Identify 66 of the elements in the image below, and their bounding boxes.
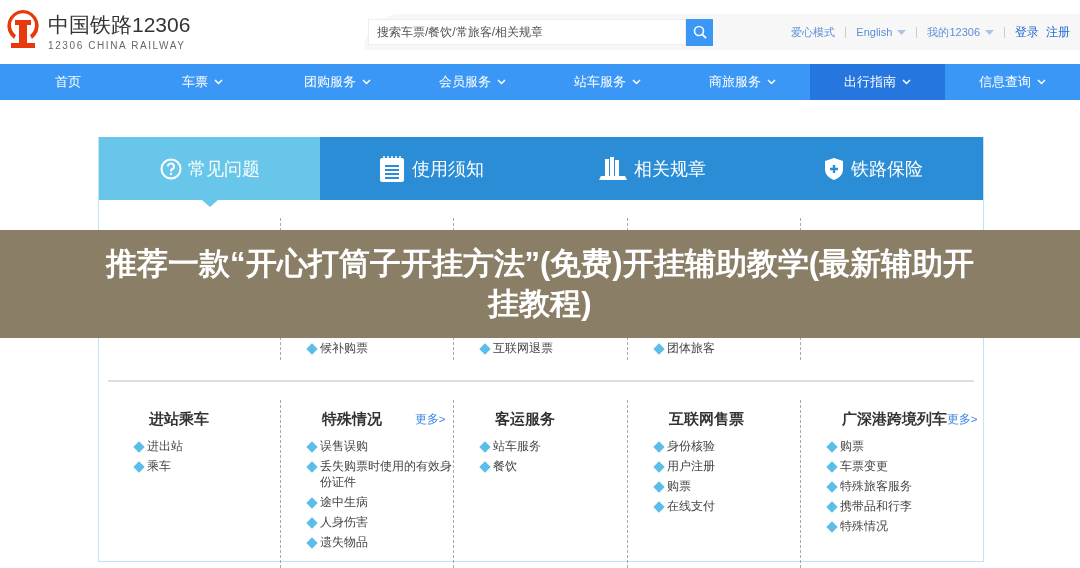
- guide-link[interactable]: 乘车: [147, 458, 281, 474]
- nav-item[interactable]: 出行指南: [810, 64, 945, 100]
- bullet-icon: [826, 501, 838, 513]
- bullet-icon: [652, 441, 665, 453]
- tab-pointer: [202, 200, 218, 207]
- bullet-icon: [306, 537, 318, 549]
- books-icon: [597, 156, 628, 181]
- bullet-icon: [306, 441, 318, 453]
- guide-link[interactable]: 站车服务: [493, 438, 627, 454]
- shield-icon: [822, 156, 845, 181]
- bullet-icon: [133, 461, 145, 473]
- help-icon: [159, 157, 182, 180]
- notepad-icon: [377, 154, 406, 183]
- site-title: 中国铁路12306: [48, 13, 191, 37]
- guide-link[interactable]: 在线支付: [666, 498, 800, 514]
- guide-link[interactable]: 购票: [666, 478, 800, 494]
- bullet-icon: [133, 441, 145, 453]
- guide-link[interactable]: 途中生病: [320, 494, 454, 510]
- guide-link[interactable]: 特殊旅客服务: [839, 478, 974, 494]
- guide-link[interactable]: 身份核验: [666, 438, 800, 454]
- guide-link[interactable]: 丢失购票时使用的有效身份证件: [320, 458, 454, 490]
- section-title: 广深港跨境列车: [841, 409, 947, 429]
- guide-link[interactable]: 用户注册: [666, 458, 800, 474]
- bullet-icon: [306, 497, 318, 509]
- bullet-icon: [826, 521, 838, 533]
- search-button[interactable]: [686, 18, 713, 46]
- bullet-icon: [479, 343, 492, 355]
- guide-link[interactable]: 遗失物品: [320, 534, 454, 550]
- category-tab[interactable]: 相关规章: [541, 137, 762, 200]
- bullet-icon: [652, 481, 665, 493]
- guide-link[interactable]: 候补购票: [320, 340, 454, 356]
- guide-link[interactable]: 特殊情况: [839, 518, 974, 534]
- bullet-icon: [826, 461, 838, 473]
- section-title: 进站乘车: [149, 409, 209, 429]
- bullet-icon: [479, 441, 492, 453]
- bullet-icon: [479, 461, 492, 473]
- guide-link[interactable]: 携带品和行李: [839, 498, 974, 514]
- search-field[interactable]: 搜索车票/餐饮/常旅客/相关规章: [368, 19, 686, 45]
- guide-link[interactable]: 进出站: [147, 438, 281, 454]
- bullet-icon: [652, 343, 665, 355]
- category-tab[interactable]: 铁路保险: [762, 137, 983, 200]
- search-icon: [692, 25, 707, 39]
- more-link[interactable]: 更多>: [946, 411, 978, 427]
- guide-link[interactable]: 车票变更: [839, 458, 974, 474]
- bullet-icon: [826, 441, 838, 453]
- bullet-icon: [306, 517, 318, 529]
- more-link[interactable]: 更多>: [414, 411, 446, 427]
- account-link[interactable]: 注册: [1046, 24, 1070, 40]
- account-link[interactable]: 登录: [1015, 24, 1039, 40]
- guide-link[interactable]: 购票: [839, 438, 974, 454]
- bullet-icon: [652, 501, 665, 513]
- section-title: 客运服务: [495, 409, 556, 429]
- category-tab[interactable]: 使用须知: [320, 137, 541, 200]
- section-title: 特殊情况: [322, 409, 383, 429]
- section-title: 互联网售票: [668, 409, 744, 429]
- guide-link[interactable]: 餐饮: [493, 458, 627, 474]
- site-subtitle: 12306 CHINA RAILWAY: [48, 40, 187, 51]
- overlay-caption: 推荐一款“开心打筒子开挂方法”(免费)开挂辅助教学(最新辅助开挂教程): [104, 245, 975, 323]
- bullet-icon: [306, 343, 318, 355]
- guide-link[interactable]: 人身伤害: [320, 514, 454, 530]
- guide-link[interactable]: 互联网退票: [493, 340, 627, 356]
- bullet-icon: [826, 481, 838, 493]
- bullet-icon: [652, 461, 665, 473]
- guide-link[interactable]: 误售误购: [320, 438, 454, 454]
- bullet-icon: [306, 461, 318, 473]
- guide-link[interactable]: 团体旅客: [666, 340, 800, 356]
